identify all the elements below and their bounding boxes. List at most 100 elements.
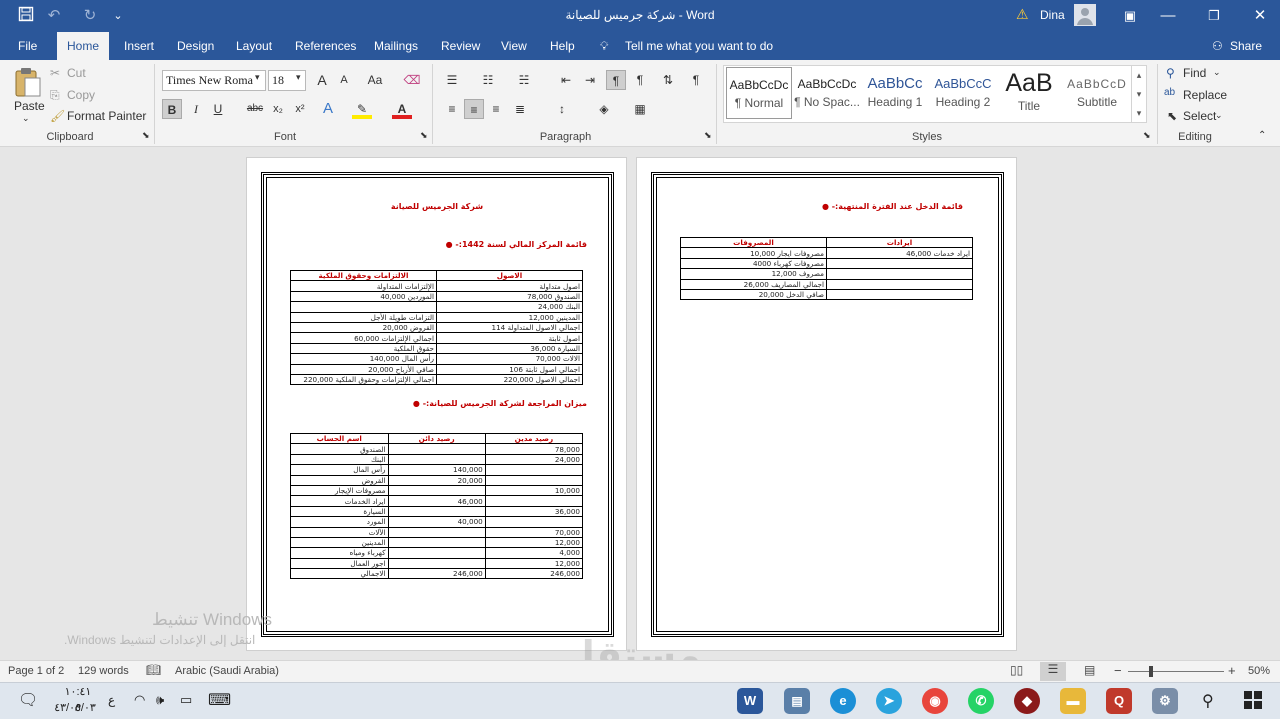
table-cell[interactable] [484, 474, 584, 486]
tell-me-search[interactable]: Tell me what you want to do [625, 37, 773, 55]
shrink-font-button[interactable]: A [334, 70, 354, 90]
table-cell[interactable] [387, 453, 486, 466]
read-mode-icon[interactable]: ▯▯ [1010, 663, 1023, 677]
table-cell[interactable] [387, 536, 486, 549]
rtl-icon[interactable]: ¶ [630, 70, 650, 90]
replace-button[interactable]: Replace [1183, 88, 1227, 102]
zoom-in-button[interactable]: + [1228, 663, 1236, 678]
table-cell[interactable]: 70,000 [484, 526, 584, 538]
table-cell[interactable]: الآلات [290, 526, 389, 538]
numbering-icon[interactable]: ☷ [478, 70, 498, 90]
page-count[interactable]: Page 1 of 2 [8, 665, 64, 677]
table-cell[interactable]: اصول متداولة [436, 280, 583, 292]
table-cell[interactable] [826, 268, 973, 280]
increase-indent-icon[interactable]: ⇥ [580, 70, 600, 90]
copy-button[interactable]: Copy [67, 88, 95, 102]
align-left-icon[interactable]: ≡ [442, 99, 462, 119]
table-cell[interactable] [290, 301, 437, 313]
align-right-icon[interactable]: ≡ [486, 99, 506, 119]
chrome-icon[interactable]: ◉ [922, 688, 948, 714]
borders-icon[interactable]: ▦ [630, 99, 650, 119]
save-icon[interactable] [16, 6, 36, 26]
tab-home[interactable]: Home [57, 32, 110, 60]
table-cell[interactable]: المورد [290, 516, 389, 528]
table-cell[interactable]: 246,000 [387, 568, 486, 580]
table-cell[interactable] [387, 484, 486, 497]
ribbon-display-icon[interactable]: ▣ [1120, 6, 1140, 26]
page-2[interactable]: قائمة الدخل عند الفترة المنتهية:- ● ايرا… [636, 157, 1017, 651]
table-cell[interactable]: اجمالي اصول ثابتة 106 [436, 363, 583, 375]
trial-balance-table[interactable]: رصيد مدين رصيد دائن اسم الحساب 78,000 الص… [290, 432, 584, 580]
table-cell[interactable]: 78,000 [484, 443, 584, 455]
sort-icon[interactable]: ⇅ [658, 70, 678, 90]
justify-icon[interactable]: ≣ [510, 99, 530, 119]
style-title[interactable]: AaB Title [996, 67, 1062, 119]
windows-start-icon[interactable] [1244, 691, 1262, 709]
redo-icon[interactable]: ↻ [80, 6, 100, 26]
battery-icon[interactable]: ▭ [180, 692, 192, 708]
table-cell[interactable]: الموردين 40,000 [290, 290, 437, 303]
font-name-select[interactable]: Times New Roma [162, 70, 266, 91]
share-icon[interactable]: ⚇ [1212, 37, 1223, 55]
table-cell[interactable]: كهرباء ومياه [290, 547, 389, 559]
style-normal[interactable]: AaBbCcDc ¶ Normal [726, 67, 792, 119]
italic-button[interactable]: I [186, 99, 206, 119]
table-cell[interactable]: 46,000 [387, 495, 486, 507]
paragraph-launcher-icon[interactable]: ⬊ [704, 130, 712, 141]
undo-icon[interactable]: ↶ [44, 6, 64, 26]
edge-icon[interactable]: e [830, 688, 856, 714]
tab-mailings[interactable]: Mailings [374, 37, 418, 55]
table-cell[interactable]: البنك [290, 453, 389, 466]
table-cell[interactable] [484, 516, 584, 528]
company-title[interactable]: شركة الجرميس للصيانة [277, 202, 597, 211]
wifi-icon[interactable]: ◠ [134, 692, 145, 708]
warning-icon[interactable]: ⚠ [1016, 6, 1029, 23]
table-cell[interactable] [484, 464, 584, 476]
proofing-icon[interactable]: 📖︎ [146, 663, 161, 677]
q-app-icon[interactable]: Q [1106, 688, 1132, 714]
table-cell[interactable]: صافي الدخل 20,000 [680, 288, 827, 301]
table-cell[interactable]: المدينين [290, 536, 389, 549]
table-cell[interactable]: حقوق الملكية [290, 342, 437, 355]
notification-icon[interactable]: 🗨︎ [18, 690, 38, 710]
table-cell[interactable]: الالات 70,000 [436, 353, 583, 365]
replace-icon[interactable]: ab [1164, 87, 1175, 98]
keyboard-icon[interactable]: ⌨ [208, 690, 231, 710]
customize-qat-icon[interactable]: ⌄ [108, 6, 128, 26]
find-dropdown-icon[interactable]: ⌄ [1213, 67, 1221, 78]
close-button[interactable]: ✕ [1250, 6, 1270, 26]
styles-scroll[interactable]: ▴ ▾ ▾ [1131, 66, 1146, 122]
font-launcher-icon[interactable]: ⬊ [420, 130, 428, 141]
table-cell[interactable]: القروض 20,000 [290, 321, 437, 334]
copy-icon[interactable]: ⎘ [50, 88, 60, 103]
clipboard-launcher-icon[interactable]: ⬊ [142, 130, 150, 141]
table-cell[interactable]: الصندوق 78,000 [436, 290, 583, 303]
paste-icon[interactable] [14, 66, 42, 98]
table-cell[interactable]: صافي الأرباح 20,000 [290, 363, 437, 375]
zoom-slider[interactable] [1128, 671, 1224, 672]
table-cell[interactable] [387, 505, 486, 518]
find-icon[interactable]: ⚲ [1166, 66, 1175, 80]
table-cell[interactable]: رأس المال [290, 464, 389, 476]
find-button[interactable]: Find [1183, 66, 1206, 80]
table-cell[interactable]: المدينين 12,000 [436, 311, 583, 323]
page-1[interactable]: شركة الجرميس للصيانة قائمة المركز المالي… [246, 157, 627, 651]
multilevel-list-icon[interactable]: ☵ [514, 70, 534, 90]
settings-app-icon[interactable]: ⚙ [1152, 688, 1178, 714]
word-count[interactable]: 129 words [78, 665, 129, 677]
table-cell[interactable]: التزامات طويلة الأجل [290, 311, 437, 323]
decrease-indent-icon[interactable]: ⇤ [556, 70, 576, 90]
income-statement-heading[interactable]: قائمة الدخل عند الفترة المنتهية:- ● [667, 202, 963, 211]
cut-button[interactable]: Cut [67, 66, 86, 80]
print-layout-icon[interactable]: ☰ [1040, 662, 1066, 681]
user-name[interactable]: Dina [1040, 8, 1065, 22]
line-spacing-icon[interactable]: ↕ [552, 99, 572, 119]
language-indicator[interactable]: Arabic (Saudi Arabia) [175, 665, 279, 677]
table-cell[interactable]: مصروفات ايجار 10,000 [680, 247, 827, 259]
table-cell[interactable] [387, 443, 486, 455]
zoom-slider-thumb[interactable] [1149, 666, 1153, 677]
web-layout-icon[interactable]: ▤ [1084, 663, 1095, 677]
ltr-icon[interactable]: ¶ [606, 70, 626, 90]
input-language[interactable]: ع [108, 693, 115, 707]
text-effects-icon[interactable]: A [318, 99, 338, 119]
